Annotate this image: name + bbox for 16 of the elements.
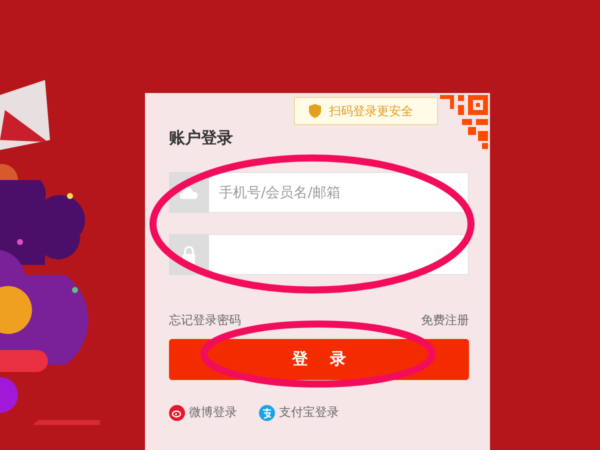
social-login-link[interactable]: 微博登录	[169, 404, 237, 421]
social-login-label: 支付宝登录	[279, 404, 339, 421]
qr-code-icon[interactable]	[438, 93, 490, 150]
account-login-title: 账户登录	[169, 128, 234, 149]
shield-icon	[309, 104, 321, 118]
forgot-password-link[interactable]: 忘记登录密码	[169, 312, 241, 329]
social-login-link[interactable]: 支付宝登录	[259, 404, 339, 421]
weibo-icon	[169, 404, 185, 420]
username-field[interactable]: 手机号/会员名/邮箱	[209, 172, 469, 213]
scan-login-text: 扫码登录更安全	[329, 102, 413, 120]
social-login-label: 微博登录	[189, 404, 237, 421]
alipay-icon	[259, 404, 275, 420]
register-link[interactable]: 免费注册	[421, 312, 469, 329]
login-button[interactable]: 登 录	[169, 339, 469, 380]
lock-icon	[182, 246, 196, 264]
password-field[interactable]	[209, 234, 469, 275]
